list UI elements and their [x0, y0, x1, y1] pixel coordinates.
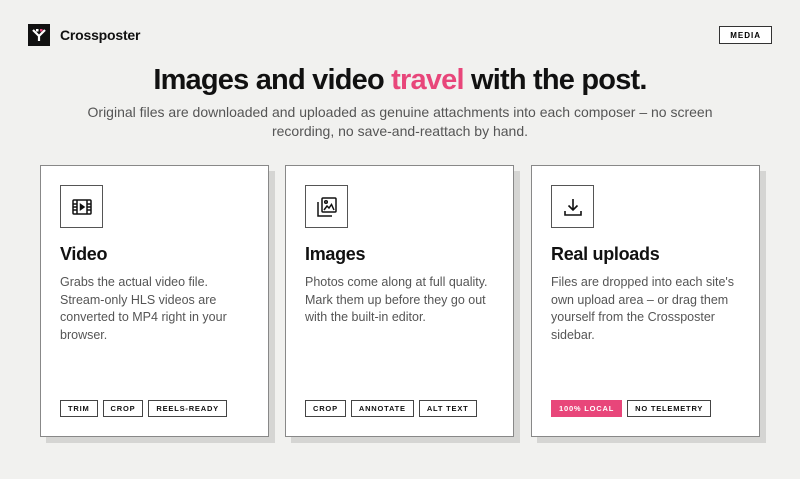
tag-list: 100% LOCAL NO TELEMETRY: [551, 400, 712, 417]
tag-list: CROP ANNOTATE ALT TEXT: [305, 400, 477, 417]
tag: CROP: [102, 400, 144, 417]
headline-after: with the post.: [463, 64, 647, 96]
film-icon: [60, 185, 103, 228]
tag: ALT TEXT: [418, 400, 477, 417]
crossposter-logo-icon: [28, 24, 50, 46]
tag: NO TELEMETRY: [627, 400, 712, 417]
feature-card-real-uploads: Real uploads Files are dropped into each…: [531, 165, 760, 437]
feature-card-images: Images Photos come along at full quality…: [285, 165, 514, 437]
tag-highlight: 100% LOCAL: [551, 400, 623, 417]
media-button[interactable]: MEDIA: [719, 26, 772, 44]
tag: ANNOTATE: [350, 400, 414, 417]
card-title: Images: [305, 244, 366, 264]
headline-accent: travel: [391, 64, 464, 96]
tag: CROP: [305, 400, 346, 417]
brand[interactable]: Crossposter: [28, 24, 140, 46]
card-title: Real uploads: [551, 244, 660, 264]
feature-card-video: Video Grabs the actual video file. Strea…: [40, 165, 269, 437]
tag-list: TRIM CROP REELS-READY: [60, 400, 227, 417]
image-gallery-icon: [305, 185, 348, 228]
download-icon: [551, 185, 594, 228]
card-title: Video: [60, 244, 108, 264]
headline-before: Images and video: [153, 64, 392, 96]
page-subtitle: Original files are downloaded and upload…: [87, 104, 713, 139]
card-description: Grabs the actual video file. Stream-only…: [60, 275, 227, 342]
card-description: Files are dropped into each site's own u…: [551, 275, 735, 342]
card-description: Photos come along at full quality. Mark …: [305, 275, 488, 324]
brand-name: Crossposter: [60, 27, 141, 43]
top-bar: Crossposter MEDIA: [28, 22, 772, 48]
page-title: Images and video travel with the post.: [0, 64, 800, 97]
tag: TRIM: [60, 400, 98, 417]
tag: REELS-READY: [148, 400, 227, 417]
